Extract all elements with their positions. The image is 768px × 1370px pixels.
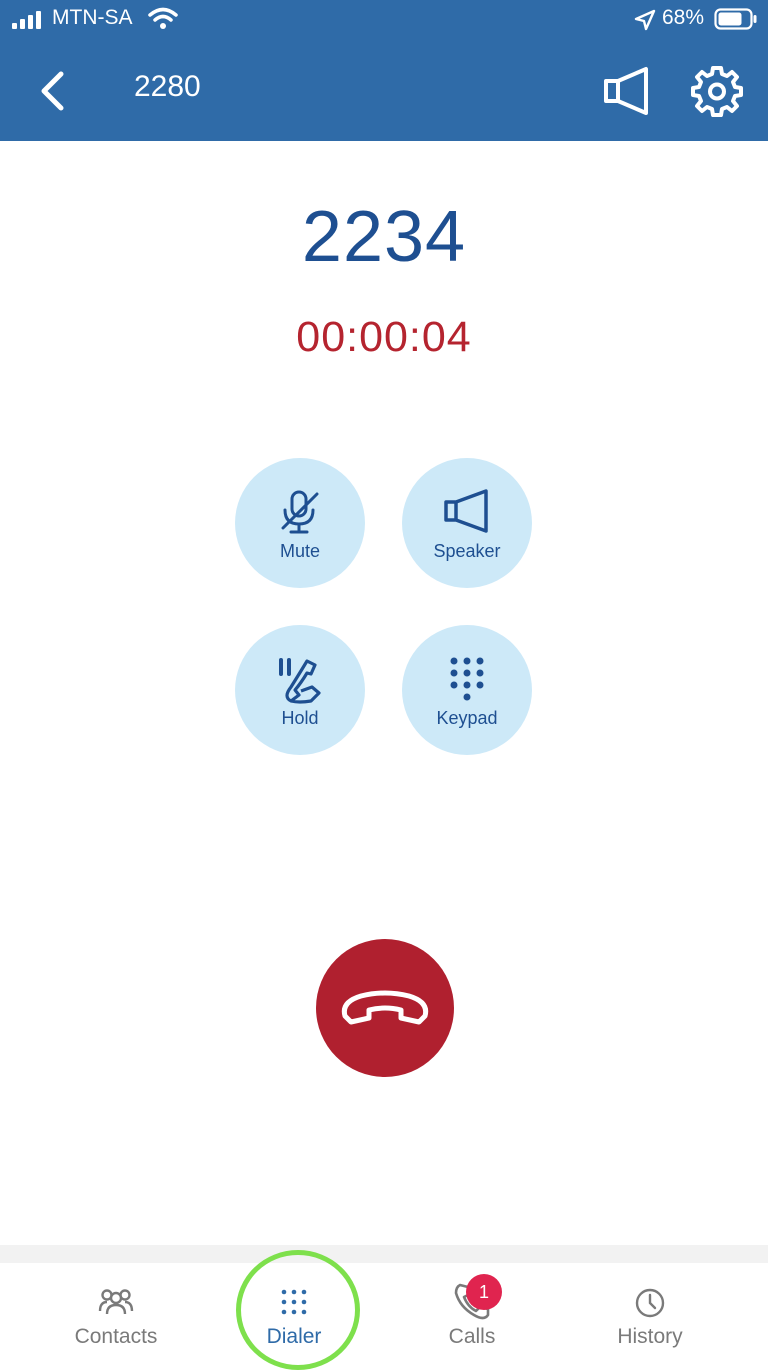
keypad-button[interactable]: Keypad [402, 625, 532, 755]
contacts-icon [98, 1289, 134, 1315]
back-chevron-icon[interactable] [28, 66, 78, 116]
tab-bar: Contacts Dialer Calls History [0, 1263, 768, 1365]
gear-icon[interactable] [690, 64, 744, 118]
signal-icon [12, 11, 41, 29]
speaker-icon[interactable] [600, 64, 654, 118]
tab-history-label: History [617, 1325, 683, 1348]
mute-button[interactable]: Mute [235, 458, 365, 588]
hold-button[interactable]: Hold [235, 625, 365, 755]
speaker-icon [444, 489, 488, 533]
mute-label: Mute [279, 541, 321, 561]
mic-off-icon [281, 490, 319, 534]
hold-label: Hold [281, 708, 319, 728]
tab-contacts-label: Contacts [74, 1325, 158, 1348]
end-call-button[interactable] [316, 939, 454, 1077]
tab-history[interactable]: History [575, 1263, 725, 1365]
battery-percent: 68% [662, 6, 705, 29]
dialer-highlight-ring [236, 1250, 360, 1370]
clock-icon [635, 1288, 665, 1318]
calls-badge: 1 [466, 1274, 502, 1310]
call-timer: 00:00:04 [296, 313, 472, 361]
call-number: 2234 [301, 197, 467, 277]
tab-contacts[interactable]: Contacts [41, 1263, 191, 1365]
hold-phone-icon [279, 658, 321, 704]
speaker-button[interactable]: Speaker [402, 458, 532, 588]
keypad-label: Keypad [436, 708, 498, 728]
carrier-name: MTN-SA [52, 6, 133, 29]
status-bar: MTN-SA 68% [0, 0, 768, 40]
battery-icon [714, 8, 757, 30]
tabbar-divider [0, 1245, 768, 1263]
header-title: 2280 [134, 70, 201, 103]
header: MTN-SA 68% 2280 [0, 0, 768, 141]
app-bar: 2280 [0, 40, 768, 141]
keypad-icon [450, 657, 484, 701]
wifi-icon [148, 7, 178, 29]
location-arrow-icon [634, 9, 656, 31]
hang-up-phone-icon [341, 990, 429, 1025]
speaker-label: Speaker [433, 541, 501, 561]
tab-calls-label: Calls [448, 1325, 496, 1348]
